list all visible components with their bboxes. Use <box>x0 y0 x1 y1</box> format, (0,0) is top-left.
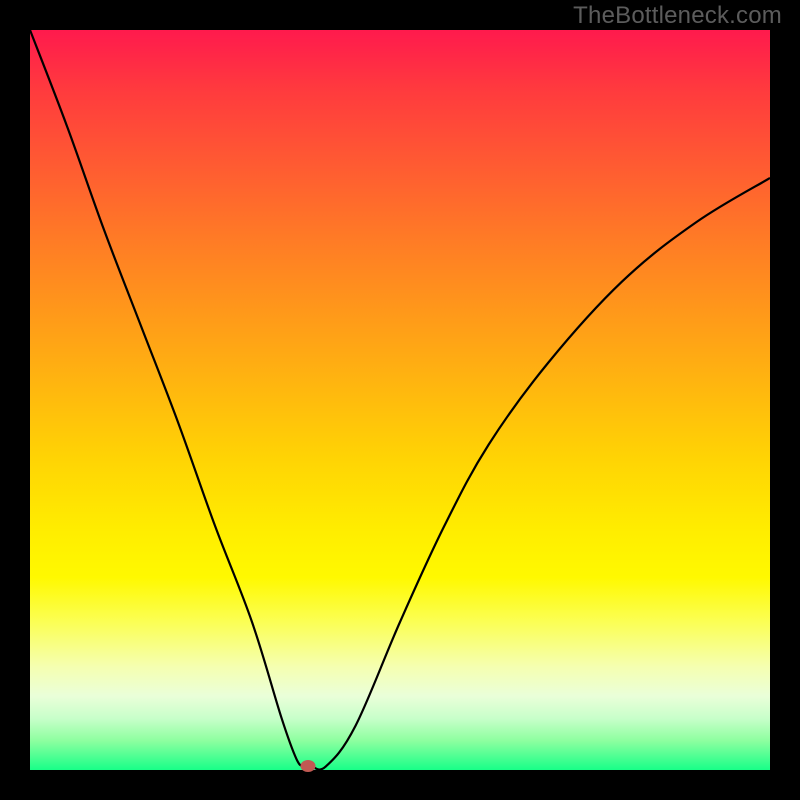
optimal-point-marker <box>300 760 315 772</box>
chart-frame: TheBottleneck.com <box>0 0 800 800</box>
plot-area <box>30 30 770 770</box>
watermark-text: TheBottleneck.com <box>573 2 782 30</box>
